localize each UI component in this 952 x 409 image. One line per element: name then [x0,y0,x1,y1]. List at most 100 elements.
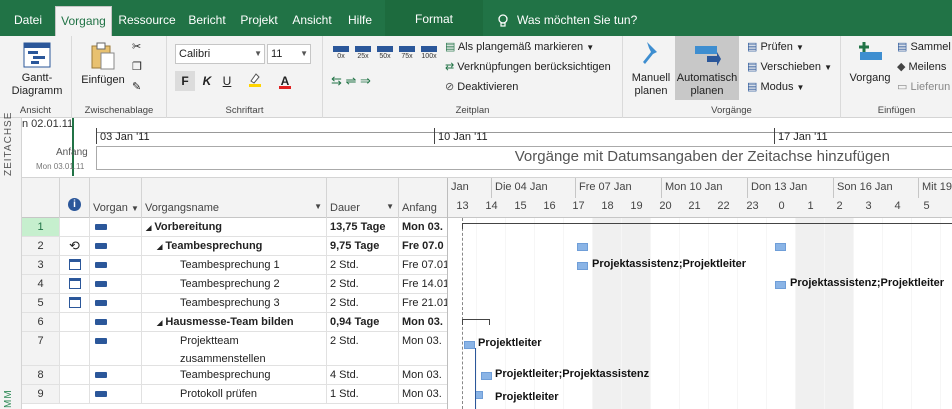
task-bar[interactable] [464,341,475,349]
link-tasks-icons[interactable]: ⇆ ⇌ ⇒ [331,72,391,90]
collapse-triangle-icon[interactable]: ◢ [157,244,162,251]
duration-cell[interactable]: 2 Std. [327,256,399,274]
duration-cell[interactable]: 13,75 Tage [327,218,399,236]
inspect-button[interactable]: ▤ Prüfen ▼ [747,38,804,56]
duration-cell[interactable]: 2 Std. [327,294,399,312]
start-cell[interactable]: Mon 03. [399,313,447,331]
task-name-cell[interactable]: Protokoll prüfen [142,385,327,403]
mode-button[interactable]: ▤ Modus ▼ [747,78,804,96]
move-button[interactable]: ▤ Verschieben ▼ [747,58,832,76]
start-cell[interactable]: Mon 03. [399,332,447,365]
percent-complete-button[interactable]: 100x [419,44,439,66]
task-name-cell[interactable]: ◢ Vorbereitung [142,218,327,236]
tab-vorgang[interactable]: Vorgang [55,6,112,36]
collapse-triangle-icon[interactable]: ◢ [146,225,151,232]
row-number[interactable]: 5 [22,294,60,312]
insert-task-button[interactable]: Vorgang [847,40,893,85]
tab-ressource[interactable]: Ressource [117,6,177,36]
row-number[interactable]: 8 [22,366,60,384]
task-name-cell[interactable]: Teambesprechung [142,366,327,384]
start-cell[interactable]: Fre 07.01 [399,256,447,274]
cut-icon[interactable]: ✂ [132,38,141,56]
header-start[interactable]: Anfang [399,178,447,218]
summary-button[interactable]: ▤ Sammel [897,38,951,56]
recurring-bar[interactable] [775,243,786,251]
deactivate-button[interactable]: ⊘ Deaktivieren [445,78,518,96]
row-number[interactable]: 2 [22,237,60,255]
header-info[interactable]: i [60,178,90,218]
duration-cell[interactable]: 2 Std. [327,275,399,293]
manual-schedule-button[interactable]: Manuell planen [629,40,673,98]
underline-button[interactable]: U [217,71,237,91]
table-row[interactable]: 3 Teambesprechung 1 2 Std. Fre 07.01 [22,256,447,275]
table-row[interactable]: 2 ⟲ ◢ Teambesprechung 9,75 Tage Fre 07.0 [22,237,447,256]
row-number[interactable]: 7 [22,332,60,365]
milestone-button[interactable]: ◆ Meilens [897,58,946,76]
font-color-icon[interactable]: A [275,71,295,91]
tab-datei[interactable]: Datei [6,6,50,36]
task-name-cell[interactable]: Teambesprechung 3 [142,294,327,312]
task-name-cell[interactable]: ◢ Hausmesse-Team bilden [142,313,327,331]
header-name[interactable]: Vorgangsname ▼ [142,178,327,218]
table-row[interactable]: 8 Teambesprechung 4 Std. Mon 03. [22,366,447,385]
task-name-cell[interactable]: ◢ Teambesprechung [142,237,327,255]
header-select-all[interactable] [22,178,60,218]
header-mode[interactable]: Vorgan ▼ [90,178,142,218]
respect-links-button[interactable]: ⇄ Verknüpfungen berücksichtigen [445,58,611,76]
start-cell[interactable]: Mon 03. [399,385,447,403]
italic-button[interactable]: K [197,71,217,91]
row-number[interactable]: 3 [22,256,60,274]
font-size-select[interactable]: 11 ▼ [267,44,311,64]
start-cell[interactable]: Fre 21.01 [399,294,447,312]
tab-projekt[interactable]: Projekt [236,6,282,36]
task-name-cell[interactable]: Projektteam zusammenstellen [142,332,327,365]
timeline-pane[interactable]: ZEITACHSE n 02.01.11 Anfang Mon 03.01.11… [0,112,952,178]
format-painter-icon[interactable]: ✎ [132,78,141,96]
paste-button[interactable]: Einfügen [78,42,128,87]
duration-cell[interactable]: 9,75 Tage [327,237,399,255]
percent-complete-button[interactable]: 75x [397,44,417,66]
task-bar[interactable] [577,262,588,270]
task-bar[interactable] [775,281,786,289]
row-number[interactable]: 1 [22,218,60,236]
start-cell[interactable]: Fre 07.0 [399,237,447,255]
tab-ansicht[interactable]: Ansicht [287,6,337,36]
table-row[interactable]: 4 Teambesprechung 2 2 Std. Fre 14.01 [22,275,447,294]
gantt-diagram-button[interactable]: Gantt- Diagramm [8,42,66,98]
duration-cell[interactable]: 4 Std. [327,366,399,384]
mark-on-track-button[interactable]: ▤ Als plangemäß markieren ▼ [445,38,594,56]
highlight-color-icon[interactable] [245,71,265,91]
recurring-bar[interactable] [577,243,588,251]
percent-complete-button[interactable]: 50x [375,44,395,66]
table-row[interactable]: 7 Projektteam zusammenstellen 2 Std. Mon 03. [22,332,447,366]
task-bar[interactable] [481,372,492,380]
context-tab-format[interactable]: Format [385,0,483,36]
row-number[interactable]: 6 [22,313,60,331]
deliverable-button[interactable]: ▭ Lieferun [897,78,950,96]
summary-bar[interactable] [462,223,952,229]
duration-cell[interactable]: 0,94 Tage [327,313,399,331]
table-row[interactable]: 1 ◢ Vorbereitung 13,75 Tage Mon 03. [22,218,447,237]
row-number[interactable]: 4 [22,275,60,293]
duration-cell[interactable]: 2 Std. [327,332,399,365]
auto-schedule-button[interactable]: Automatisch planen [675,36,739,100]
task-name-cell[interactable]: Teambesprechung 1 [142,256,327,274]
task-name-cell[interactable]: Teambesprechung 2 [142,275,327,293]
table-row[interactable]: 9 Protokoll prüfen 1 Std. Mon 03. [22,385,447,404]
gantt-chart[interactable]: Jan Die 04 Jan Fre 07 Jan Mon 10 Jan Don 13 … [447,178,952,409]
table-row[interactable]: 5 Teambesprechung 3 2 Std. Fre 21.01 [22,294,447,313]
start-cell[interactable]: Mon 03. [399,366,447,384]
font-name-select[interactable]: Calibri ▼ [175,44,265,64]
tab-bericht[interactable]: Bericht [183,6,231,36]
percent-complete-button[interactable]: 0x [331,44,351,66]
summary-bar[interactable] [462,319,490,325]
row-number[interactable]: 9 [22,385,60,403]
table-row[interactable]: 6 ◢ Hausmesse-Team bilden 0,94 Tage Mon 03. [22,313,447,332]
header-duration[interactable]: Dauer ▼ [327,178,399,218]
tell-me-box[interactable]: Was möchten Sie tun? [497,6,637,34]
percent-complete-button[interactable]: 25x [353,44,373,66]
duration-cell[interactable]: 1 Std. [327,385,399,403]
start-cell[interactable]: Fre 14.01 [399,275,447,293]
copy-icon[interactable]: ❐ [132,58,142,76]
collapse-triangle-icon[interactable]: ◢ [157,320,162,327]
